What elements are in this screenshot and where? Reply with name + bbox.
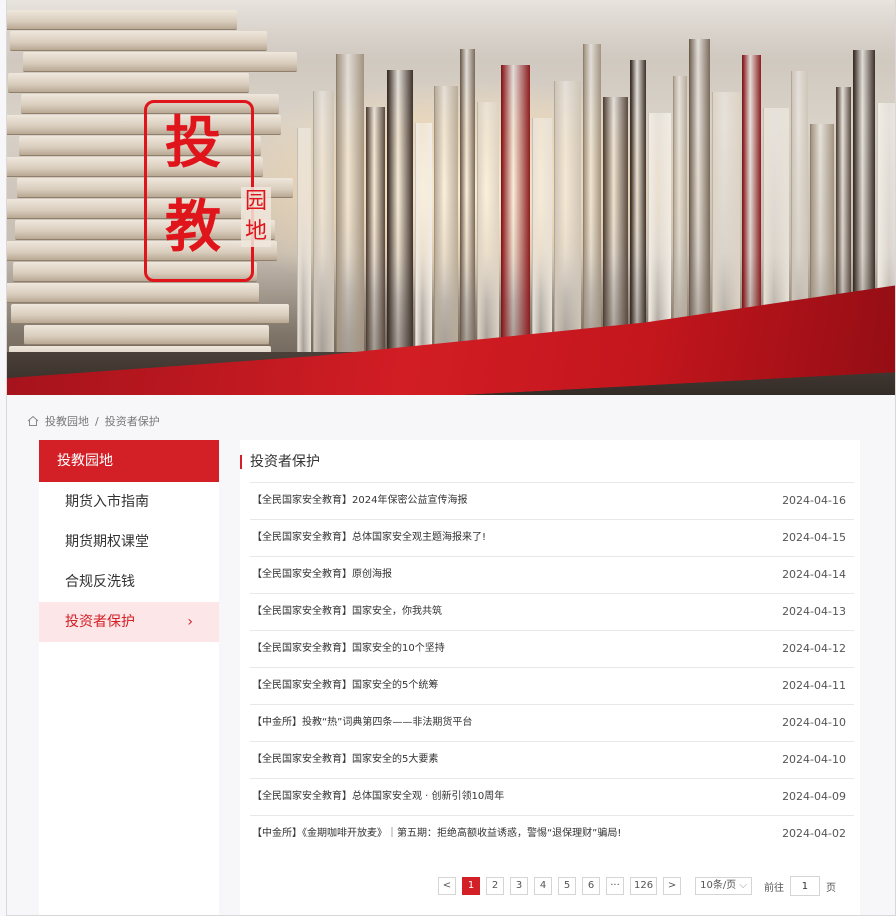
goto-suffix: 页 xyxy=(825,882,836,894)
book-spine xyxy=(434,86,458,378)
page-button-3[interactable]: 3 xyxy=(510,877,528,895)
page-button-2[interactable]: 2 xyxy=(486,877,504,895)
page-title: 投资者保护 xyxy=(240,452,320,472)
sidebar-item-label: 合规反洗钱 xyxy=(65,574,135,590)
logo-small-char-2: 地 xyxy=(241,217,271,247)
banner-wall xyxy=(7,0,895,60)
article-title[interactable]: 【全民国家安全教育】2024年保密公益宣传海报 xyxy=(252,483,467,519)
page-size-select[interactable]: 10条/页 ⌵ xyxy=(695,877,752,895)
logo-char-1: 投 xyxy=(165,110,221,176)
article-title[interactable]: 【全民国家安全教育】国家安全的5个统筹 xyxy=(252,668,438,704)
article-date: 2024-04-14 xyxy=(782,568,846,581)
breadcrumb-current: 投资者保护 xyxy=(104,415,160,428)
breadcrumb: 投教园地 / 投资者保护 xyxy=(27,413,160,429)
home-icon[interactable] xyxy=(27,415,39,427)
article-row[interactable]: 【全民国家安全教育】国家安全的5个统筹 2024-04-11 xyxy=(250,667,854,704)
article-date: 2024-04-13 xyxy=(782,605,846,618)
stacked-book xyxy=(8,73,249,93)
more-pages-button[interactable]: ··· xyxy=(606,877,624,895)
sidebar-item-investor-protection[interactable]: 投资者保护 › xyxy=(39,602,219,642)
article-row[interactable]: 【中金所】投教“热”词典第四条——非法期货平台 2024-04-10 xyxy=(250,704,854,741)
article-date: 2024-04-02 xyxy=(782,827,846,840)
article-row[interactable]: 【中金所】《金期咖啡开放麦》｜第五期：拒绝高额收益诱惑，警惕“退保理财”骗局! … xyxy=(250,815,854,852)
article-row[interactable]: 【全民国家安全教育】国家安全的10个坚持 2024-04-12 xyxy=(250,630,854,667)
article-date: 2024-04-15 xyxy=(782,531,846,544)
sidebar-item-label: 期货入市指南 xyxy=(65,494,149,510)
article-row[interactable]: 【全民国家安全教育】国家安全的5大要素 2024-04-10 xyxy=(250,741,854,778)
goto-label: 前往 xyxy=(763,882,784,894)
article-title[interactable]: 【全民国家安全教育】国家安全的10个坚持 xyxy=(252,631,445,667)
sidebar-item-label: 投资者保护 xyxy=(65,614,135,630)
chevron-down-icon: ⌵ xyxy=(739,880,747,891)
prev-page-button[interactable]: < xyxy=(438,877,456,895)
goto-page-input[interactable] xyxy=(789,876,820,896)
sidebar-item-label: 期货期权课堂 xyxy=(65,534,149,550)
article-title[interactable]: 【全民国家安全教育】总体国家安全观主题海报来了! xyxy=(252,520,486,556)
book-spine xyxy=(501,65,530,378)
article-date: 2024-04-09 xyxy=(782,790,846,803)
pagination: < 1 2 3 4 5 6 ··· 126 > 10条/页 ⌵ 前往 页 xyxy=(438,876,836,896)
book-spine xyxy=(313,91,334,378)
article-date: 2024-04-10 xyxy=(782,753,846,766)
sidebar-item-anti-money-laundering[interactable]: 合规反洗钱 xyxy=(39,562,219,602)
chevron-right-icon: › xyxy=(187,614,193,630)
main-content: 投资者保护 【全民国家安全教育】2024年保密公益宣传海报 2024-04-16… xyxy=(240,440,860,915)
article-row[interactable]: 【全民国家安全教育】总体国家安全观 · 创新引领10周年 2024-04-09 xyxy=(250,778,854,815)
book-spine xyxy=(297,128,311,378)
article-row[interactable]: 【全民国家安全教育】原创海报 2024-04-14 xyxy=(250,556,854,593)
stacked-book xyxy=(24,325,269,345)
article-row[interactable]: 【全民国家安全教育】总体国家安全观主题海报来了! 2024-04-15 xyxy=(250,519,854,556)
stacked-book xyxy=(7,10,237,30)
next-page-button[interactable]: > xyxy=(663,877,682,895)
stacked-book xyxy=(11,304,289,324)
sidebar-item-options-class[interactable]: 期货期权课堂 xyxy=(39,522,219,562)
sidebar-header[interactable]: 投教园地 xyxy=(39,440,219,482)
logo-small-char-1: 园 xyxy=(241,187,271,217)
edu-garden-logo: 投 教 园 地 xyxy=(144,100,271,282)
sidebar-item-futures-guide[interactable]: 期货入市指南 xyxy=(39,482,219,522)
article-date: 2024-04-16 xyxy=(782,494,846,507)
breadcrumb-separator: / xyxy=(95,414,99,428)
article-title[interactable]: 【全民国家安全教育】原创海报 xyxy=(252,557,392,593)
book-spine xyxy=(366,107,385,378)
page-button-1[interactable]: 1 xyxy=(462,877,480,895)
article-date: 2024-04-12 xyxy=(782,642,846,655)
article-date: 2024-04-10 xyxy=(782,716,846,729)
page-size-value: 10条/页 xyxy=(700,880,737,891)
article-title[interactable]: 【全民国家安全教育】国家安全的5大要素 xyxy=(252,742,438,778)
logo-char-2: 教 xyxy=(165,194,221,260)
article-row[interactable]: 【全民国家安全教育】国家安全，你我共筑 2024-04-13 xyxy=(250,593,854,630)
page-button-5[interactable]: 5 xyxy=(558,877,576,895)
breadcrumb-home[interactable]: 投教园地 xyxy=(45,413,89,429)
stacked-book xyxy=(23,52,297,72)
article-title[interactable]: 【中金所】《金期咖啡开放麦》｜第五期：拒绝高额收益诱惑，警惕“退保理财”骗局! xyxy=(252,816,621,852)
page-frame: 投 教 园 地 投教园地 / 投资者保护 投教园地 期货入市指南 期货期权课堂 … xyxy=(6,0,896,916)
book-spine xyxy=(460,49,475,378)
book-spine xyxy=(477,102,499,378)
article-title[interactable]: 【全民国家安全教育】国家安全，你我共筑 xyxy=(252,594,442,630)
article-row[interactable]: 【全民国家安全教育】2024年保密公益宣传海报 2024-04-16 xyxy=(250,482,854,519)
page-button-4[interactable]: 4 xyxy=(534,877,552,895)
book-spine xyxy=(415,123,432,378)
article-title[interactable]: 【全民国家安全教育】总体国家安全观 · 创新引领10周年 xyxy=(252,779,504,815)
banner-base xyxy=(7,395,895,408)
article-title[interactable]: 【中金所】投教“热”词典第四条——非法期货平台 xyxy=(252,705,472,741)
book-spine xyxy=(387,70,413,378)
page-button-6[interactable]: 6 xyxy=(582,877,600,895)
article-list: 【全民国家安全教育】2024年保密公益宣传海报 2024-04-16 【全民国家… xyxy=(250,482,854,852)
stacked-book xyxy=(10,31,267,51)
hero-banner: 投 教 园 地 xyxy=(7,0,895,408)
stacked-book xyxy=(7,283,259,303)
sidebar: 投教园地 期货入市指南 期货期权课堂 合规反洗钱 投资者保护 › xyxy=(39,440,219,915)
last-page-button[interactable]: 126 xyxy=(630,877,658,895)
book-spine xyxy=(336,54,364,378)
article-date: 2024-04-11 xyxy=(782,679,846,692)
